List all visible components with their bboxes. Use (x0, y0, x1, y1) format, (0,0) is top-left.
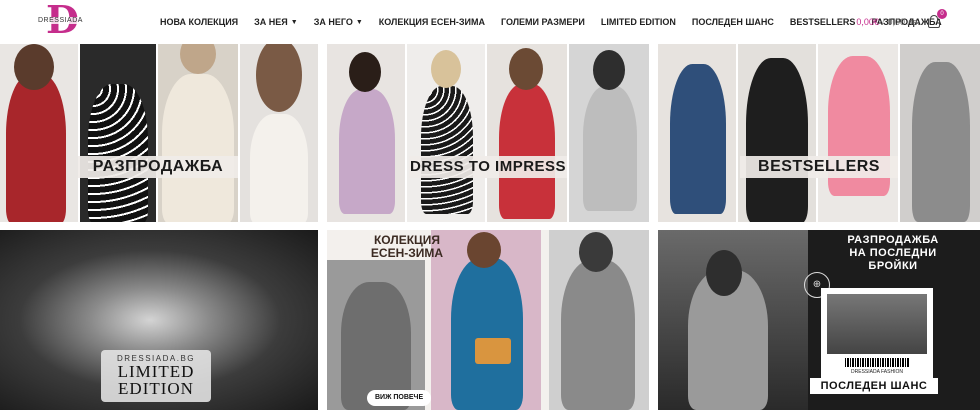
photo-panel (818, 44, 898, 222)
banner-sale[interactable]: РАЗПРОДАЖБА (0, 44, 318, 222)
limited-title-line2: EDITION (118, 379, 194, 398)
photo-panel (900, 44, 980, 222)
autumn-title: КОЛЕКЦИЯ ЕСЕН-ЗИМА (370, 233, 444, 260)
nav-plus-size[interactable]: ГОЛЕМИ РАЗМЕРИ (501, 15, 585, 29)
see-more-button[interactable]: ВИЖ ПОВЕЧЕ (367, 390, 432, 406)
banner-limited-edition[interactable]: DRESSIADA.BG LIMITED EDITION (0, 230, 318, 410)
logo-text: DRESSIADA (38, 17, 83, 24)
nav-autumn-winter[interactable]: КОЛЕКЦИЯ ЕСЕН-ЗИМА (379, 15, 485, 29)
last-chance-heading: РАЗПРОДАЖБА НА ПОСЛЕДНИ БРОЙКИ (847, 234, 939, 272)
polaroid-photo: DRESSIADA FASHION (821, 288, 933, 380)
cart-count-badge: 0 (937, 9, 947, 19)
photo-panel (0, 44, 78, 222)
banner-last-chance[interactable]: РАЗПРОДАЖБА НА ПОСЛЕДНИ БРОЙКИ ⊕ DRESSIA… (658, 230, 980, 410)
photo-panel (487, 44, 567, 222)
last-chance-label: ПОСЛЕДЕН ШАНС (810, 378, 938, 394)
chevron-down-icon: ▼ (355, 18, 363, 26)
photo-panel (327, 44, 405, 222)
site-logo[interactable]: D DRESSIADA (38, 0, 83, 40)
photo-panel (407, 44, 485, 222)
banner-label: РАЗПРОДАЖБА (78, 156, 238, 178)
nav-last-chance[interactable]: ПОСЛЕДЕН ШАНС (692, 15, 774, 29)
photo-panel (80, 44, 156, 222)
nav-for-him[interactable]: ЗА НЕГО ▼ (314, 15, 363, 29)
cart-separator: / (881, 17, 885, 27)
photo-panel (569, 44, 649, 222)
nav-new-collection[interactable]: НОВА КОЛЕКЦИЯ (160, 15, 238, 29)
polaroid-caption: DRESSIADA FASHION (851, 369, 903, 375)
nav-bestsellers[interactable]: BESTSELLERS (790, 15, 856, 29)
banner-autumn-winter[interactable]: КОЛЕКЦИЯ ЕСЕН-ЗИМА ВИЖ ПОВЕЧЕ (327, 230, 649, 410)
cart-summary[interactable]: 0,00€ / 0,00 лв. 0 (856, 9, 947, 29)
photo-panel (158, 44, 238, 222)
limited-title-line1: LIMITED (117, 362, 195, 381)
main-nav: НОВА КОЛЕКЦИЯ ЗА НЕЯ ▼ ЗА НЕГО ▼ КОЛЕКЦИЯ … (160, 15, 958, 29)
photo-panel (240, 44, 318, 222)
banner-dress-to-impress[interactable]: DRESS TO IMPRESS (327, 44, 649, 222)
basket-icon[interactable]: 0 (926, 9, 947, 29)
photo-panel (738, 44, 816, 222)
nav-limited-edition[interactable]: LIMITED EDITION (601, 15, 676, 29)
banner-bestsellers[interactable]: BESTSELLERS (658, 44, 980, 222)
photo-panel (327, 260, 425, 410)
chevron-down-icon: ▼ (290, 18, 298, 26)
limited-edition-box: DRESSIADA.BG LIMITED EDITION (101, 350, 211, 402)
site-header: D DRESSIADA НОВА КОЛЕКЦИЯ ЗА НЕЯ▼ ЗА НЕГ… (0, 0, 980, 42)
banner-label: DRESS TO IMPRESS (409, 156, 567, 178)
nav-for-her[interactable]: ЗА НЕЯ ▼ (254, 15, 298, 29)
cart-total-lv: 0,00 лв. (887, 17, 920, 27)
cart-total-eur: 0,00€ (856, 17, 879, 27)
barcode-graphic (845, 358, 909, 367)
bag-orange (475, 338, 511, 364)
photo-panel (658, 230, 808, 410)
photo-panel (549, 230, 649, 410)
photo-panel (658, 44, 736, 222)
banner-label: BESTSELLERS (740, 156, 898, 178)
